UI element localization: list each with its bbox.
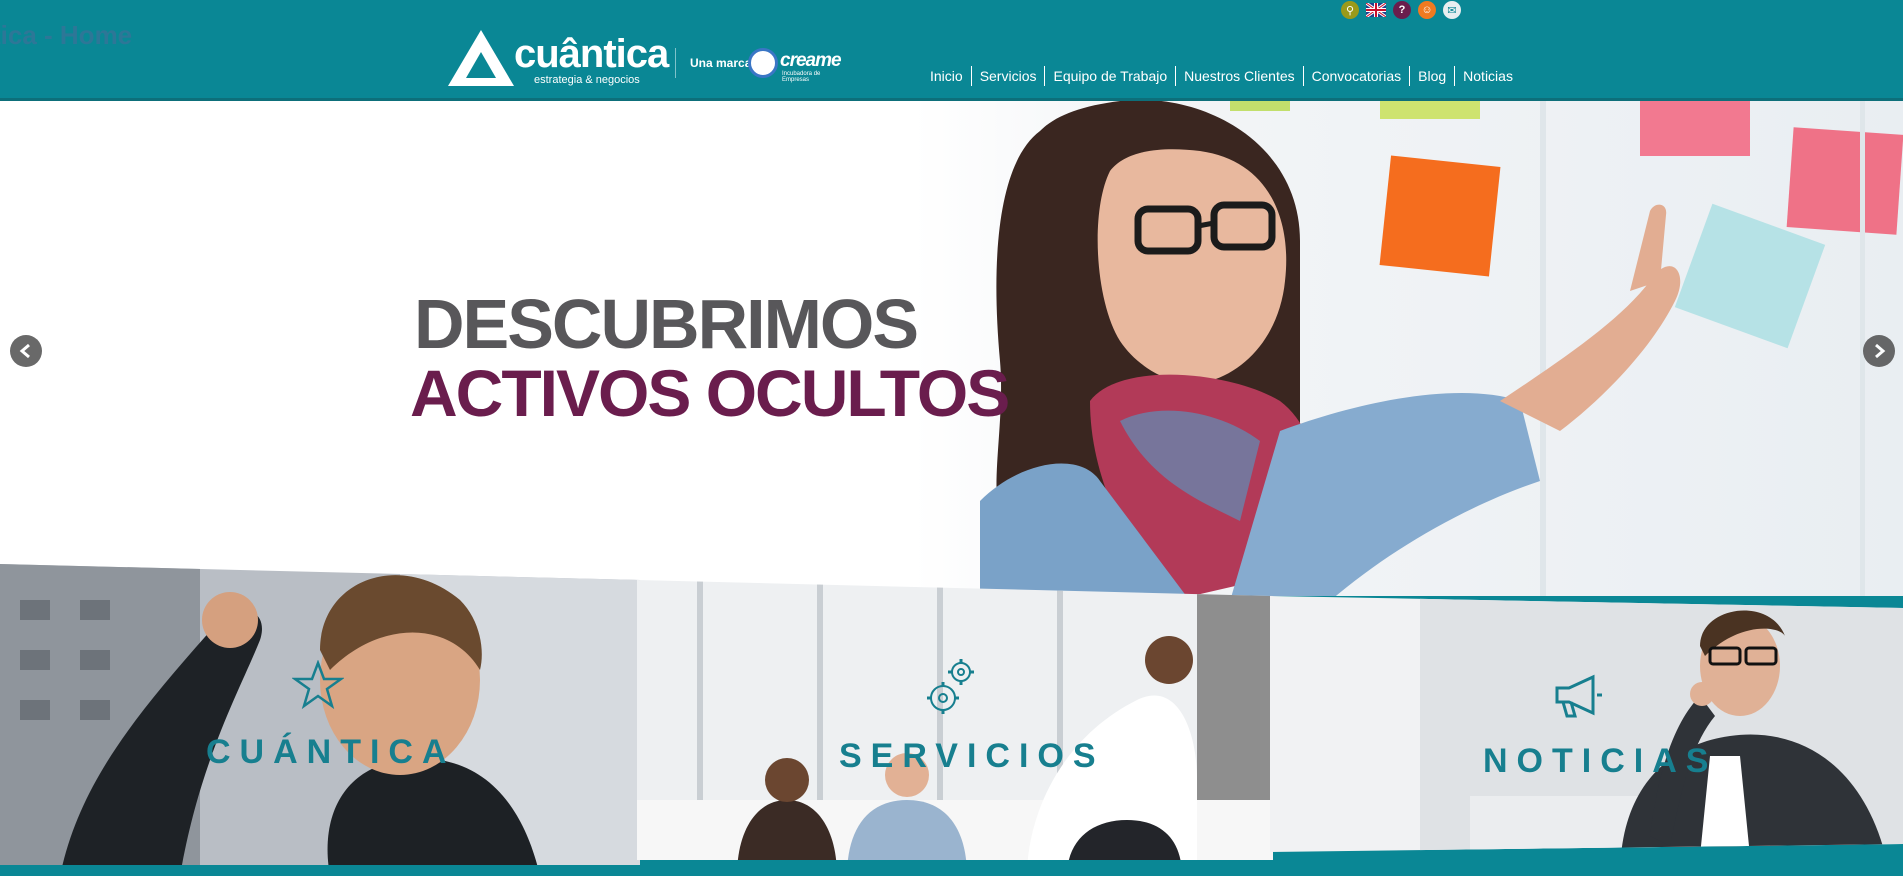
panel-servicios-photo [637,580,1273,860]
panel-servicios-title: SERVICIOS [839,737,1105,775]
panel-servicios[interactable]: SERVICIOS [637,580,1273,860]
nav-item-servicios[interactable]: Servicios [970,66,1045,86]
nav-item-blog[interactable]: Blog [1409,66,1454,86]
hero-headline-line2: ACTIVOS OCULTOS [410,356,1010,430]
panel-noticias-title: NOTICIAS [1483,742,1718,780]
page-title-overlay: tica - Home [0,20,133,50]
cuantica-logo[interactable]: cuântica estrategia & negocios [446,28,681,90]
nav-item-clientes[interactable]: Nuestros Clientes [1175,66,1303,86]
panel-cuantica-title: CUÁNTICA [206,733,456,771]
nav-item-equipo[interactable]: Equipo de Trabajo [1044,66,1175,86]
gears-icon [927,659,974,714]
creame-circle-icon [748,48,778,78]
panel-cuantica[interactable]: CUÁNTICA [0,564,640,865]
top-utility-icons: ⚲ ? ☺ ✉ [1341,1,1461,19]
nav-item-convocatorias[interactable]: Convocatorias [1302,66,1410,86]
help-icon[interactable]: ? [1393,1,1411,19]
uk-flag-icon[interactable] [1366,3,1386,17]
nav-item-noticias[interactable]: Noticias [1454,66,1521,86]
creame-logo[interactable]: creame Incubadora de Empresas [748,46,848,83]
panel-noticias[interactable]: NOTICIAS [1270,596,1903,852]
slider-prev-button[interactable] [10,335,42,367]
star-icon [292,660,344,710]
nav-item-inicio[interactable]: Inicio [922,66,971,86]
panel-cuantica-photo [0,564,640,865]
panel-noticias-photo [1270,596,1903,852]
hero-woman-photo [980,101,1903,601]
mail-icon[interactable]: ✉ [1443,1,1461,19]
logo-tagline: estrategia & negocios [534,74,640,86]
chevron-left-icon [19,343,30,359]
megaphone-icon [1555,674,1602,718]
logo-triangle-icon [448,30,514,86]
creame-logo-subtext: Incubadora de Empresas [782,71,821,83]
logo-divider [675,48,676,78]
page: tica - Home cuântica estrategia & negoci… [0,0,1903,876]
logo-brand-text: cuântica [514,32,669,76]
user-icon[interactable]: ☺ [1418,1,1436,19]
hero-headline-line1: DESCUBRIMOS [414,285,919,363]
hero-slider: DESCUBRIMOS ACTIVOS OCULTOS [0,101,1903,601]
search-icon[interactable]: ⚲ [1341,1,1359,19]
una-marca-label: Una marca [690,56,752,70]
creame-logo-text: creame [780,50,842,71]
main-nav: Inicio Servicios Equipo de Trabajo Nuest… [922,66,1521,86]
slider-next-button[interactable] [1863,335,1895,367]
site-header: tica - Home cuântica estrategia & negoci… [0,0,1903,101]
chevron-right-icon [1875,343,1886,359]
